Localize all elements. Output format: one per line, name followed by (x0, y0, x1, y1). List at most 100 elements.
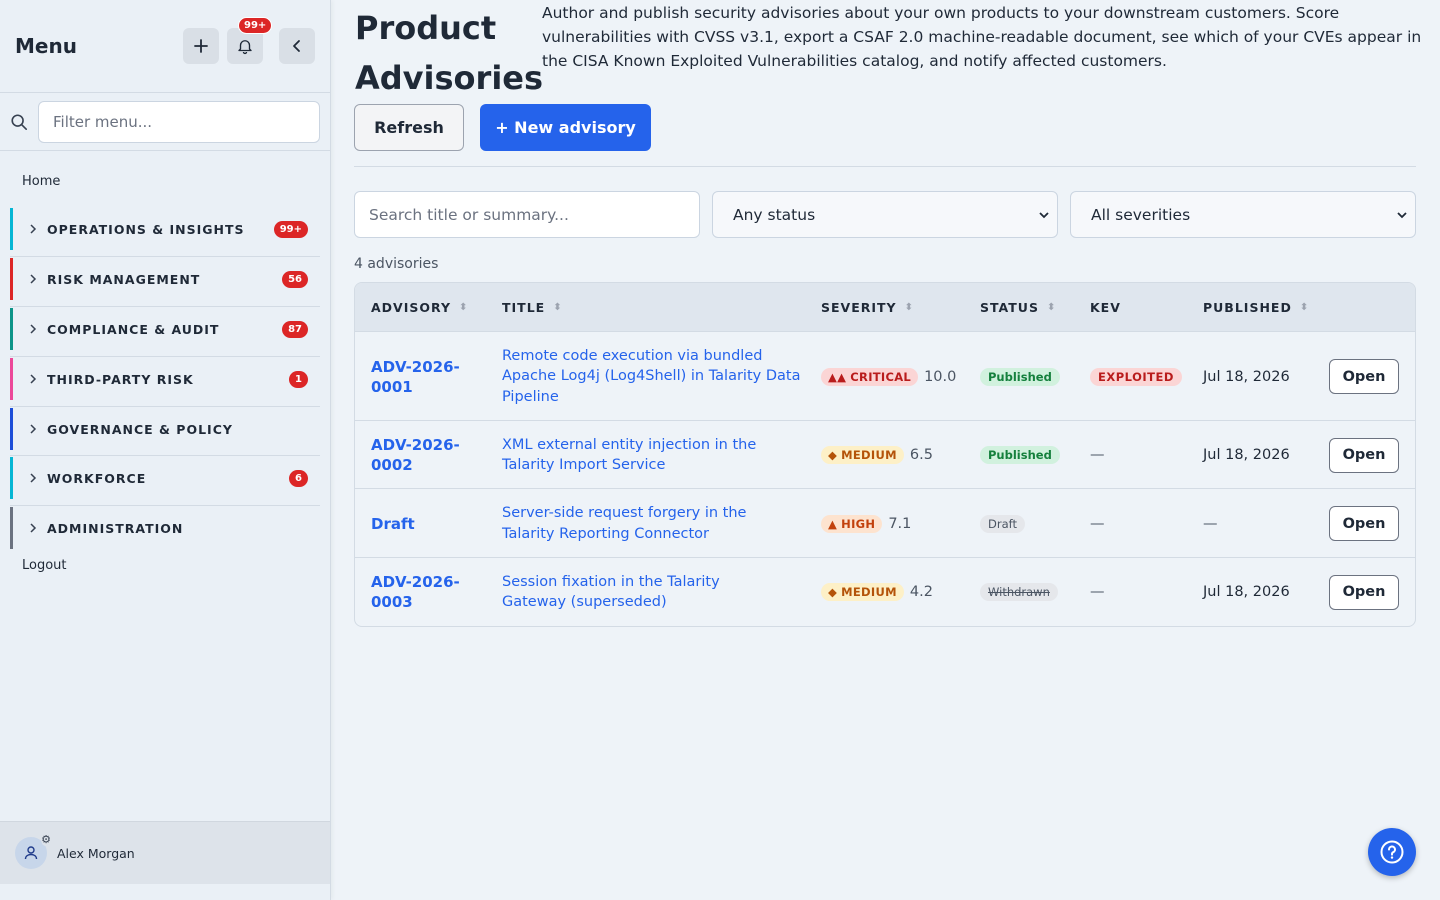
divider (10, 256, 320, 257)
column-label: STATUS (980, 300, 1039, 315)
user-footer[interactable]: ⚙ Alex Morgan (0, 821, 330, 884)
open-button[interactable]: Open (1329, 359, 1399, 394)
severity-label: HIGH (841, 516, 876, 531)
open-button[interactable]: Open (1329, 437, 1399, 473)
main-content: Product Advisories Author and publish se… (331, 0, 1440, 900)
chevron-right-icon (13, 374, 47, 384)
severity-select[interactable]: All severities (1070, 191, 1416, 238)
column-header-kev: KEV (1090, 283, 1121, 332)
table-row: ADV-2026-0002 XML external entity inject… (355, 421, 1415, 489)
status-badge: Withdrawn (980, 583, 1058, 601)
advisory-id-link[interactable]: ADV-2026-0003 (371, 572, 481, 612)
nav-group-label: THIRD-PARTY RISK (47, 371, 194, 387)
question-icon (1380, 840, 1404, 864)
column-label: SEVERITY (821, 300, 897, 315)
column-header-status[interactable]: STATUS ⬍ (980, 283, 1055, 332)
high-icon: ▲ (828, 516, 838, 531)
divider (10, 306, 320, 307)
nav-group-workforce[interactable]: WORKFORCE 6 (10, 457, 320, 499)
bell-icon (238, 40, 252, 55)
nav-group-risk-management[interactable]: RISK MANAGEMENT 56 (10, 258, 320, 300)
cvss-score: 10.0 (924, 368, 957, 385)
sidebar-header: Menu 99+ (0, 0, 330, 93)
severity-label: MEDIUM (841, 585, 897, 599)
chevron-right-icon (13, 224, 47, 234)
kev-badge: EXPLOITED (1090, 367, 1182, 386)
search-advisories-input[interactable] (354, 191, 700, 238)
column-header-published[interactable]: PUBLISHED ⬍ (1203, 283, 1308, 332)
advisory-id-link[interactable]: Draft (371, 514, 481, 534)
published-date: — (1203, 515, 1218, 532)
chevron-right-icon (13, 424, 47, 434)
table-row: ADV-2026-0003 Session fixation in the Ta… (355, 558, 1415, 626)
advisory-title-link[interactable]: XML external entity injection in the Tal… (502, 435, 782, 476)
nav-group-badge: 87 (282, 320, 308, 338)
avatar[interactable]: ⚙ (15, 833, 51, 869)
kev-empty: — (1090, 584, 1105, 600)
sort-icon: ⬍ (1046, 302, 1056, 313)
nav-group-label: COMPLIANCE & AUDIT (47, 321, 220, 337)
advisory-title-link[interactable]: Server-side request forgery in the Talar… (502, 503, 802, 544)
status-select[interactable]: Any status (712, 191, 1058, 238)
gear-icon: ⚙ (41, 833, 51, 846)
column-label: TITLE (502, 300, 546, 315)
chevron-down-icon (1397, 208, 1407, 222)
nav-group-label: OPERATIONS & INSIGHTS (47, 221, 245, 237)
chevron-right-icon (13, 274, 47, 284)
cvss-score: 7.1 (888, 515, 912, 532)
chevron-right-icon (13, 523, 47, 533)
nav-group-third-party-risk[interactable]: THIRD-PARTY RISK 1 (10, 358, 320, 400)
published-date: Jul 18, 2026 (1203, 447, 1290, 463)
divider (354, 166, 1416, 167)
status-select-value: Any status (733, 205, 816, 224)
nav-home[interactable]: Home (0, 174, 60, 189)
open-button[interactable]: Open (1329, 574, 1399, 610)
search-icon (10, 113, 30, 131)
divider (10, 356, 320, 357)
refresh-button[interactable]: Refresh (354, 104, 464, 151)
severity-badge: ◆ MEDIUM (821, 446, 904, 464)
severity-badge: ▲ HIGH (821, 514, 883, 533)
filter-menu-input[interactable] (38, 100, 320, 143)
nav-group-label: ADMINISTRATION (47, 520, 184, 536)
column-header-advisory[interactable]: ADVISORY ⬍ (371, 283, 467, 332)
column-header-title[interactable]: TITLE ⬍ (502, 283, 562, 332)
column-label: KEV (1090, 300, 1121, 315)
open-button[interactable]: Open (1329, 506, 1399, 541)
advisory-id-link[interactable]: ADV-2026-0001 (371, 357, 481, 397)
advisory-title-link[interactable]: Remote code execution via bundled Apache… (502, 346, 802, 408)
advisory-id-link[interactable]: ADV-2026-0002 (371, 435, 481, 475)
published-date: Jul 18, 2026 (1203, 368, 1290, 385)
notifications-button[interactable]: 99+ (227, 17, 273, 64)
severity-label: MEDIUM (841, 448, 897, 462)
add-button[interactable] (183, 28, 219, 64)
nav-group-compliance-audit[interactable]: COMPLIANCE & AUDIT 87 (10, 308, 320, 350)
collapse-sidebar-button[interactable] (279, 28, 315, 64)
nav-group-governance-policy[interactable]: GOVERNANCE & POLICY (10, 408, 320, 450)
nav-group-badge: 56 (282, 270, 308, 288)
divider (10, 406, 320, 407)
table-row: ADV-2026-0001 Remote code execution via … (355, 332, 1415, 421)
user-name: Alex Morgan (57, 845, 135, 861)
cvss-score: 4.2 (909, 584, 933, 600)
user-icon (24, 846, 38, 860)
medium-icon: ◆ (828, 448, 838, 462)
help-button[interactable] (1368, 828, 1416, 876)
nav-group-administration[interactable]: ADMINISTRATION (10, 507, 320, 549)
menu-filter (0, 93, 330, 151)
divider (10, 505, 320, 506)
nav-group-operations-insights[interactable]: OPERATIONS & INSIGHTS 99+ (10, 208, 320, 250)
status-badge: Published (980, 367, 1060, 386)
column-header-severity[interactable]: SEVERITY ⬍ (821, 283, 913, 332)
nav-logout[interactable]: Logout (0, 558, 67, 573)
advisory-title-link[interactable]: Session fixation in the Talarity Gateway… (502, 572, 787, 613)
new-advisory-button[interactable]: + New advisory (480, 104, 651, 151)
chevron-right-icon (13, 473, 47, 483)
divider (10, 455, 320, 456)
column-label: ADVISORY (371, 300, 451, 315)
table-row: Draft Server-side request forgery in the… (355, 489, 1415, 558)
plus-icon (194, 39, 208, 53)
sort-icon: ⬍ (1299, 302, 1309, 313)
nav-group-badge: 6 (289, 469, 308, 487)
chevron-down-icon (1039, 208, 1049, 222)
